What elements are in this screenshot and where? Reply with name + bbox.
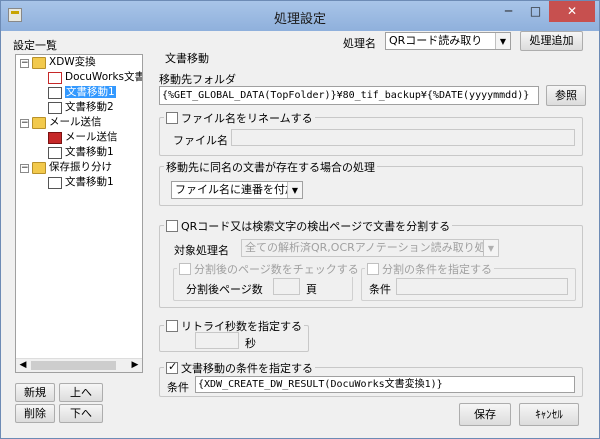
settings-window: 処理設定 ─ □ ✕ 設定一覧 − XDW変換 DocuWorks文書変換 文書…: [0, 0, 600, 439]
cancel-button[interactable]: ｷｬﾝｾﾙ: [519, 403, 579, 426]
move-cond-checkbox[interactable]: 文書移動の条件を指定する: [164, 360, 315, 376]
minimize-icon[interactable]: ─: [495, 1, 522, 22]
folder-icon: [32, 57, 46, 69]
tree-item-mail-send[interactable]: メール送信: [65, 130, 118, 145]
dropdown-arrow-icon[interactable]: ▼: [495, 33, 510, 49]
move-document-icon: [48, 87, 62, 99]
rename-checkbox[interactable]: ファイル名をリネームする: [164, 110, 315, 126]
settings-list-title: 設定一覧: [13, 39, 57, 52]
move-cond-input[interactable]: {XDW_CREATE_DW_RESULT(DocuWorks文書変換1)}: [195, 376, 575, 393]
dest-folder-input[interactable]: {%GET_GLOBAL_DATA(TopFolder)}¥80_tif_bac…: [159, 86, 539, 105]
split-checkbox-box[interactable]: [166, 220, 178, 232]
save-button[interactable]: 保存: [459, 403, 511, 426]
section-title: 文書移動: [165, 52, 209, 65]
page-check-checkbox[interactable]: 分割後のページ数をチェックする: [177, 261, 361, 277]
filename-label: ファイル名: [173, 134, 228, 147]
folder-icon: [32, 162, 46, 174]
collapse-icon[interactable]: −: [20, 119, 29, 128]
split-checkbox[interactable]: QRコード又は検索文字の検出ページで文書を分割する: [164, 218, 453, 234]
conflict-select[interactable]: ファイル名に連番を付加する ▼: [171, 181, 303, 199]
dropdown-arrow-icon[interactable]: ▼: [483, 240, 498, 256]
retry-checkbox-box[interactable]: [166, 320, 178, 332]
page-count-input[interactable]: [273, 278, 300, 295]
tree-item-xdw-convert[interactable]: XDW変換: [49, 55, 96, 70]
down-button[interactable]: 下へ: [59, 404, 103, 423]
process-name-label: 処理名: [343, 37, 376, 50]
mail-icon: [48, 132, 62, 144]
dropdown-arrow-icon[interactable]: ▼: [287, 182, 302, 198]
scroll-right-icon[interactable]: ▶: [128, 359, 142, 372]
tree-item-doc-move-1[interactable]: 文書移動1: [65, 85, 116, 100]
collapse-icon[interactable]: −: [20, 59, 29, 68]
scroll-left-icon[interactable]: ◀: [16, 359, 30, 372]
settings-tree[interactable]: − XDW変換 DocuWorks文書変換 文書移動1 文書移動2 − メール送…: [15, 54, 143, 373]
move-document-icon: [48, 102, 62, 114]
browse-button[interactable]: 参照: [546, 85, 586, 106]
scrollbar-thumb[interactable]: [31, 361, 116, 370]
collapse-icon[interactable]: −: [20, 164, 29, 173]
add-process-button[interactable]: 処理追加: [520, 31, 583, 51]
pdf-icon: [48, 72, 62, 84]
folder-icon: [32, 117, 46, 129]
tree-item-save-doc-move-1[interactable]: 文書移動1: [65, 175, 114, 190]
move-cond-checkbox-box[interactable]: [166, 360, 178, 374]
move-document-icon: [48, 147, 62, 159]
tree-horizontal-scrollbar[interactable]: ◀ ▶: [16, 358, 142, 372]
page-check-checkbox-box[interactable]: [179, 263, 191, 275]
target-process-select[interactable]: 全ての解析済QR,OCRアノテーション読み取り処理 ▼: [241, 239, 499, 257]
new-button[interactable]: 新規: [15, 383, 55, 402]
rename-checkbox-box[interactable]: [166, 112, 178, 124]
filename-input[interactable]: [231, 129, 575, 146]
move-document-icon: [48, 177, 62, 189]
move-cond-label: 条件: [167, 381, 189, 394]
process-name-select[interactable]: QRコード読み取り ▼: [385, 32, 511, 50]
maximize-icon[interactable]: □: [522, 1, 549, 22]
cond-check-checkbox[interactable]: 分割の条件を指定する: [365, 261, 494, 277]
close-icon[interactable]: ✕: [549, 1, 595, 22]
title-bar[interactable]: 処理設定 ─ □ ✕: [1, 1, 599, 31]
delete-button[interactable]: 削除: [15, 404, 55, 423]
target-process-label: 対象処理名: [174, 244, 229, 257]
tree-item-save-sort[interactable]: 保存振り分け: [49, 160, 112, 175]
tree-item-mail-send-folder[interactable]: メール送信: [49, 115, 102, 130]
page-count-label: 分割後ページ数: [186, 283, 263, 296]
cond-check-checkbox-box[interactable]: [367, 263, 379, 275]
up-button[interactable]: 上へ: [59, 383, 103, 402]
dest-folder-label: 移動先フォルダ: [159, 73, 236, 86]
retry-seconds-input[interactable]: [195, 332, 239, 349]
tree-item-mail-doc-move-1[interactable]: 文書移動1: [65, 145, 114, 160]
page-unit-label: 頁: [306, 283, 317, 296]
retry-unit-label: 秒: [245, 337, 256, 350]
tree-item-docuworks-convert[interactable]: DocuWorks文書変換: [65, 70, 142, 85]
conflict-legend: 移動先に同名の文書が存在する場合の処理: [164, 159, 377, 175]
split-cond-label: 条件: [369, 283, 391, 296]
tree-item-doc-move-2[interactable]: 文書移動2: [65, 100, 114, 115]
split-cond-input[interactable]: [396, 278, 568, 295]
